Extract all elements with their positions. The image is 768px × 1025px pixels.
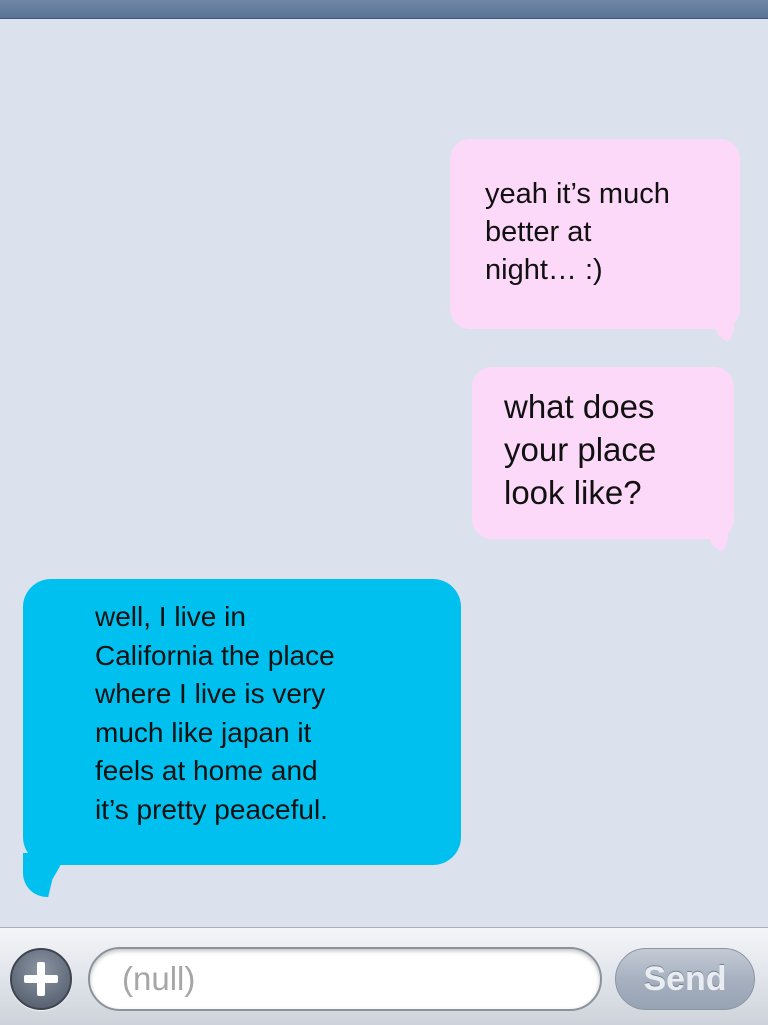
message-composer: Send xyxy=(0,927,768,1025)
send-button[interactable]: Send xyxy=(615,948,755,1010)
message-thread[interactable]: yeah it’s much better at night… :) what … xyxy=(0,19,768,927)
message-text: yeah it’s much better at night… :) xyxy=(485,178,670,286)
outgoing-message-bubble[interactable]: yeah it’s much better at night… :) xyxy=(450,139,740,329)
add-attachment-button[interactable] xyxy=(10,948,72,1010)
message-text: well, I live in California the place whe… xyxy=(95,601,335,825)
navigation-bar xyxy=(0,0,768,19)
plus-icon-vertical-stroke xyxy=(37,962,45,996)
incoming-message-bubble[interactable]: well, I live in California the place whe… xyxy=(23,579,461,865)
message-text: what does your place look like? xyxy=(504,388,657,511)
message-input[interactable] xyxy=(88,947,602,1011)
outgoing-message-bubble[interactable]: what does your place look like? xyxy=(472,367,734,539)
